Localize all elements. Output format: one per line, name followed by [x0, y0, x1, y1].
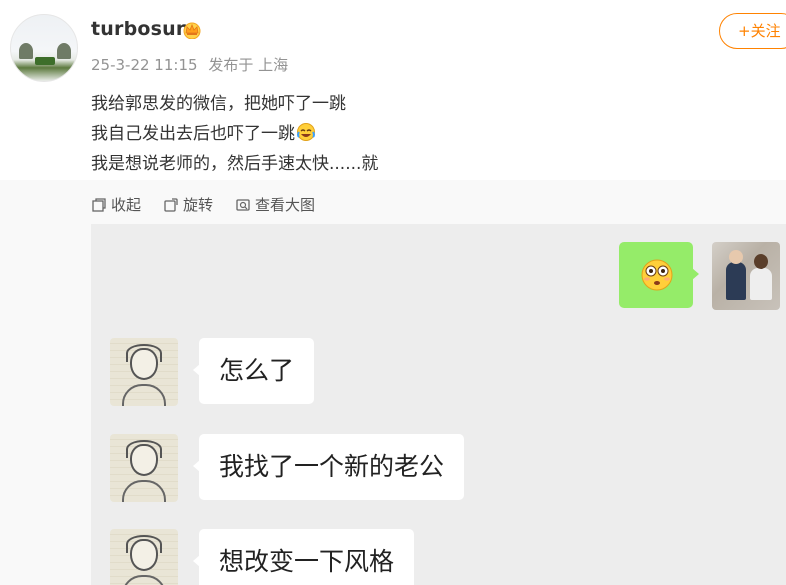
rotate-button[interactable]: 旋转 [163, 194, 213, 215]
contact-avatar [110, 529, 178, 585]
contact-avatar [110, 434, 178, 502]
post-line: 我是想说老师的，然后手速太快......就 [91, 154, 379, 174]
view-large-button[interactable]: 查看大图 [235, 194, 315, 215]
collapse-button[interactable]: 收起 [91, 194, 141, 215]
flushed-face-emoji-icon [641, 259, 673, 291]
collapse-icon [92, 197, 106, 212]
avatar-tree [57, 43, 71, 59]
contact-avatar [110, 338, 178, 406]
post-text: 我给郭思发的微信，把她吓了一跳 我自己发出去后也吓了一跳 我是想说老师的，然后手… [91, 89, 378, 179]
rotate-icon [164, 197, 178, 212]
sent-message-bubble [619, 242, 699, 308]
post-meta: 25-3-22 11:15 发布于 上海 [91, 54, 294, 75]
received-message-bubble: 怎么了 [192, 338, 315, 404]
post-line: 我自己发出去后也吓了一跳 [91, 119, 378, 149]
crown-icon [183, 22, 201, 39]
chat-screenshot-image[interactable]: 怎么了 我找了一个新的老公 想改变一下风格 [91, 224, 786, 585]
avatar-tree [19, 43, 33, 59]
post-line: 我给郭思发的微信，把她吓了一跳 [91, 94, 346, 114]
follow-button[interactable]: +关注 [719, 13, 786, 49]
received-message-bubble: 想改变一下风格 [192, 529, 415, 585]
user-avatar[interactable] [10, 14, 78, 82]
avatar-hut [35, 57, 55, 65]
post-source: 发布于 上海 [208, 56, 289, 74]
received-message-bubble: 我找了一个新的老公 [192, 434, 465, 500]
post-timestamp[interactable]: 25-3-22 11:15 [91, 56, 198, 74]
image-toolbar: 收起 旋转 查看大图 [91, 194, 315, 215]
laughing-crying-emoji-icon [297, 123, 315, 141]
sender-avatar [712, 242, 780, 310]
view-large-icon [236, 198, 250, 211]
username[interactable]: turbosun [91, 18, 190, 40]
